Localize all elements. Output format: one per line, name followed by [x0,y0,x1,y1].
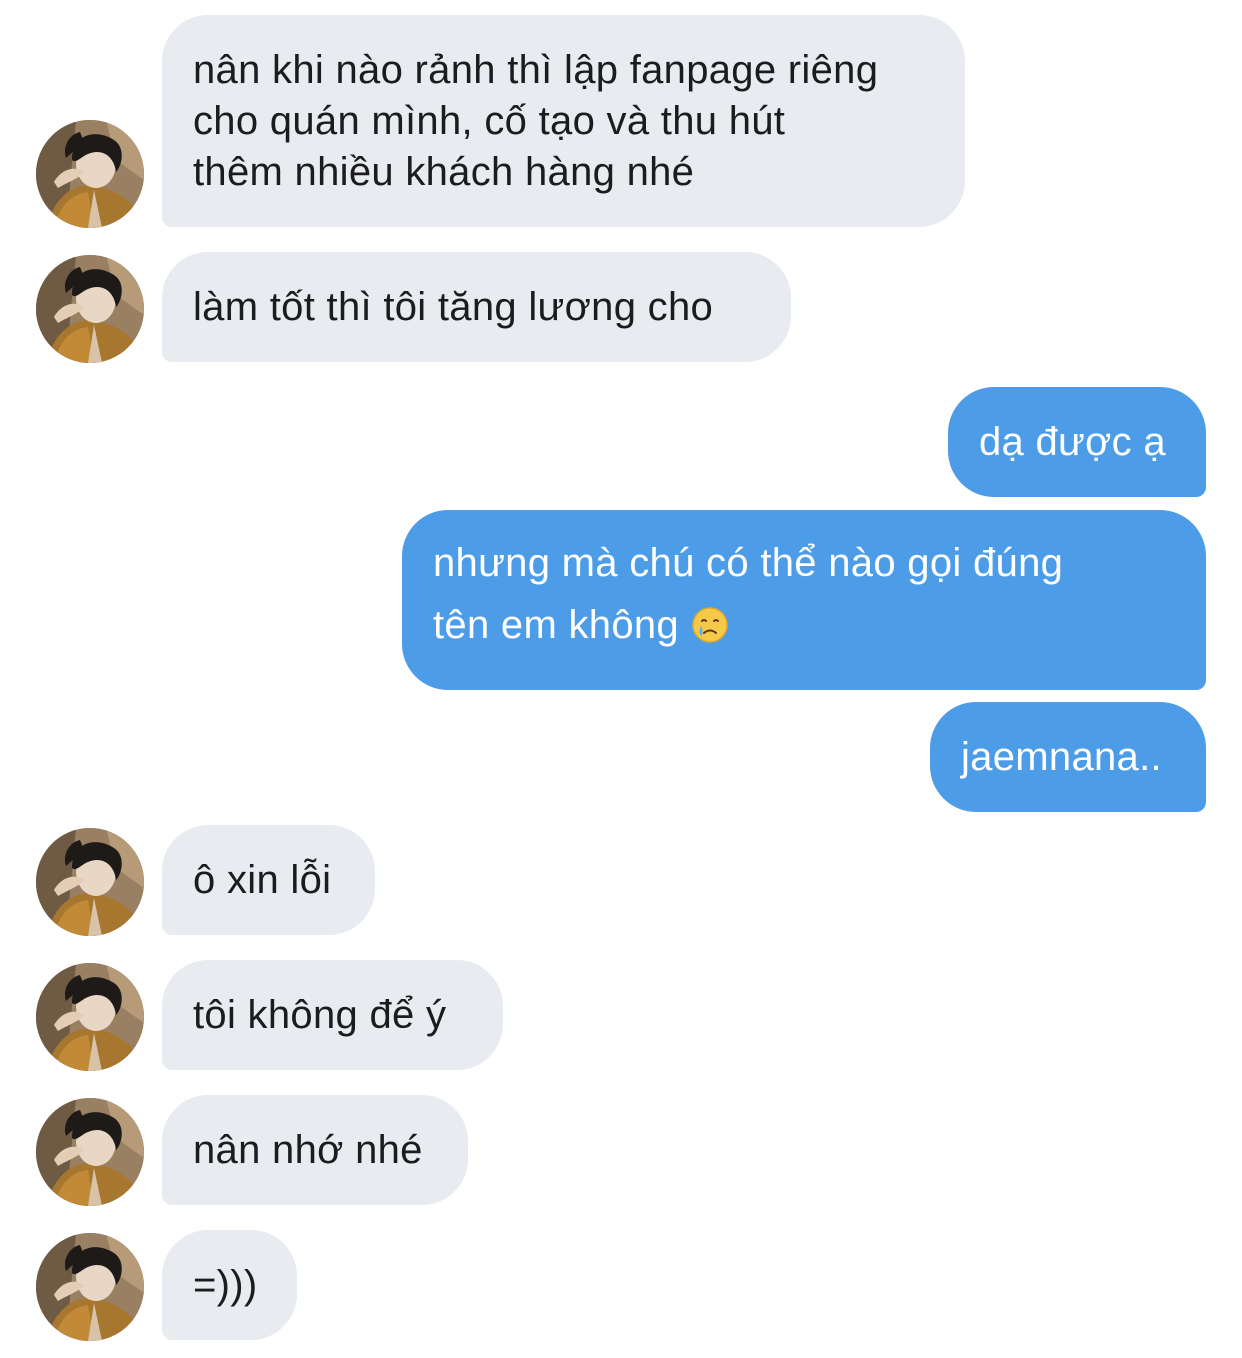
avatar-image [36,120,144,228]
avatar-image [36,963,144,1071]
message-bubble-incoming[interactable]: ô xin lỗi [162,825,375,935]
message-bubble-incoming[interactable]: làm tốt thì tôi tăng lương cho [162,252,791,362]
message-bubble-incoming[interactable]: =))) [162,1230,297,1340]
avatar [36,120,144,228]
crying-face-emoji [692,607,728,643]
avatar [36,1098,144,1206]
avatar-image [36,1098,144,1206]
avatar [36,828,144,936]
message-bubble-outgoing[interactable]: dạ được ạ [948,387,1206,497]
message-bubble-incoming[interactable]: nân nhớ nhé [162,1095,468,1205]
avatar-image [36,1233,144,1341]
avatar [36,1233,144,1341]
message-bubble-outgoing[interactable]: jaemnana.. [930,702,1206,812]
message-bubble-outgoing[interactable]: nhưng mà chú có thể nào gọi đúng tên em … [402,510,1206,690]
message-text: nhưng mà chú có thể nào gọi đúng tên em … [433,541,1064,647]
message-bubble-incoming[interactable]: nân khi nào rảnh thì lập fanpage riêng c… [162,15,965,227]
avatar [36,255,144,363]
avatar [36,963,144,1071]
avatar-image [36,255,144,363]
avatar-image [36,828,144,936]
message-bubble-incoming[interactable]: tôi không để ý [162,960,503,1070]
